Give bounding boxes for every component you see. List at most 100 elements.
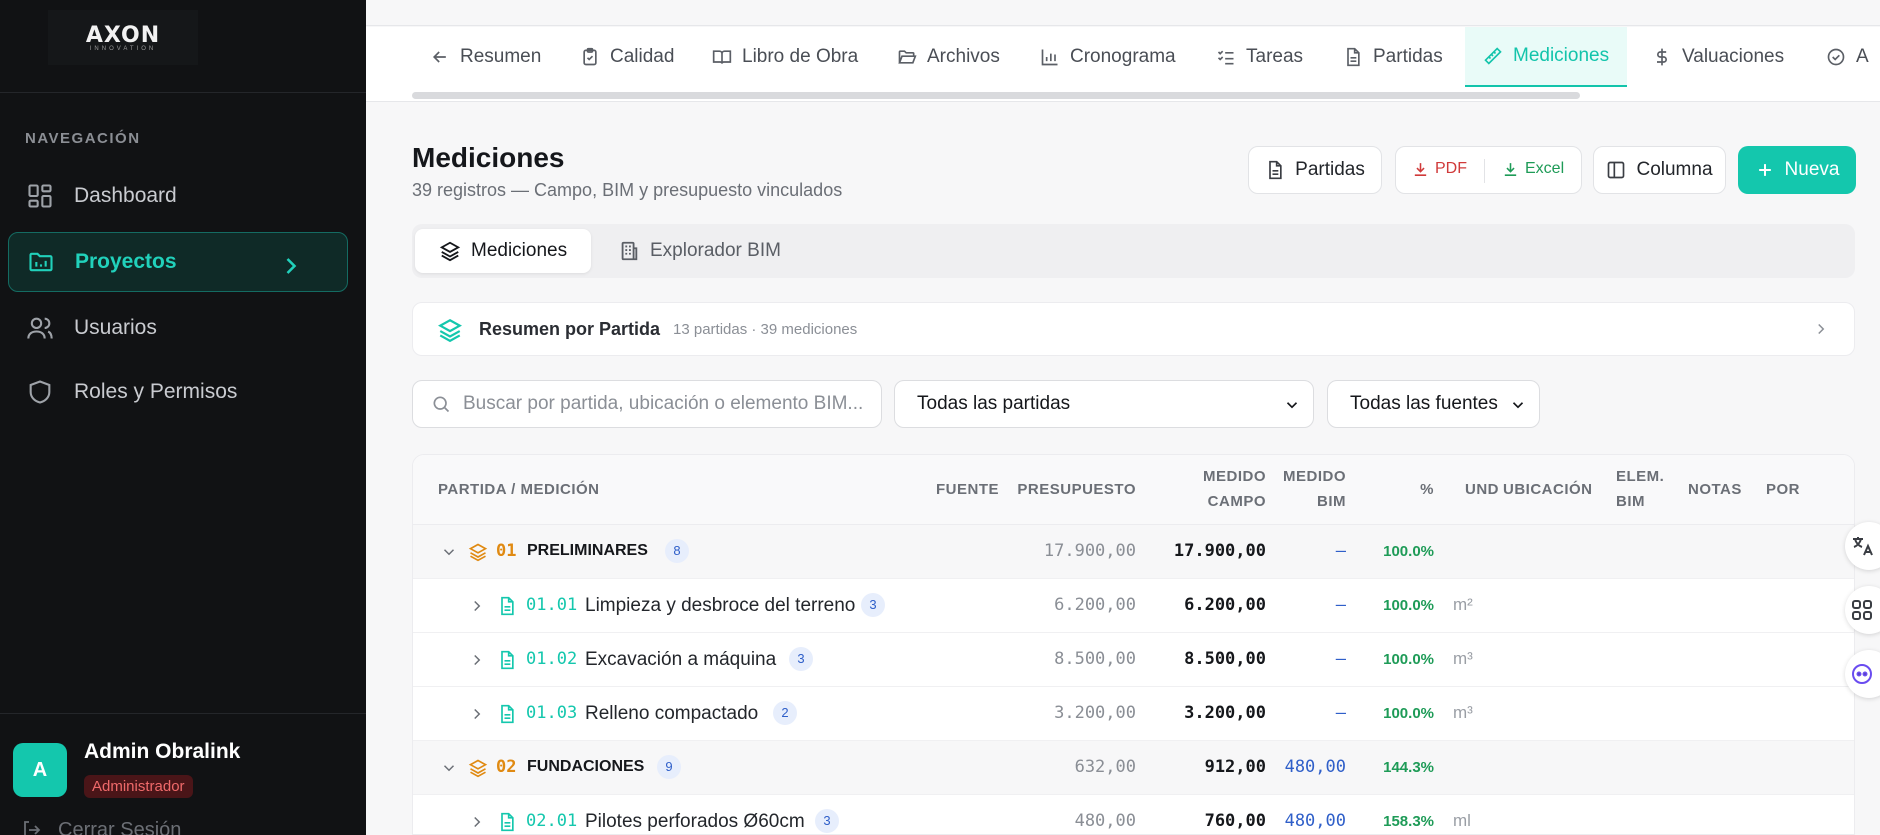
presupuesto-value: 6.200,00 — [1054, 595, 1136, 615]
sidebar-item-proyectos[interactable]: Proyectos — [8, 232, 348, 292]
file-icon — [501, 650, 514, 670]
col-por[interactable]: POR — [1766, 477, 1800, 502]
layers-icon — [439, 241, 461, 262]
plus-icon — [1758, 164, 1771, 176]
avatar[interactable]: A — [13, 743, 67, 797]
resumen-por-partida[interactable]: Resumen por Partida 13 partidas · 39 med… — [412, 302, 1855, 356]
col-und[interactable]: UND — [1465, 477, 1499, 502]
book-icon — [712, 50, 732, 64]
file-icon — [1269, 160, 1282, 180]
chevron-right-icon[interactable] — [468, 597, 486, 615]
col-elem-bim[interactable]: ELEM. BIM — [1616, 464, 1664, 514]
excel-button[interactable]: Excel — [1502, 160, 1564, 178]
sidebar-item-dashboard[interactable]: Dashboard — [8, 166, 348, 226]
dollar-icon — [1657, 48, 1667, 66]
tab-libro-de-obra[interactable]: Libro de Obra — [712, 27, 858, 87]
und-value: m² — [1453, 595, 1473, 614]
tab-mediciones[interactable]: Mediciones — [1465, 27, 1628, 87]
partidas-select[interactable]: Todas las partidas — [894, 380, 1314, 428]
partidas-button[interactable]: Partidas — [1248, 146, 1382, 194]
chevron-right-icon[interactable] — [468, 651, 486, 669]
resumen-meta: 13 partidas · 39 mediciones — [673, 321, 858, 338]
logo-subtext: INNOVATION — [89, 46, 157, 52]
sidebar-item-roles[interactable]: Roles y Permisos — [8, 362, 348, 422]
layers-icon — [468, 543, 488, 562]
group-count: 8 — [657, 539, 689, 563]
tab-partidas[interactable]: Partidas — [1343, 27, 1443, 87]
arrow-left-icon — [432, 51, 446, 63]
presupuesto-value: 480,00 — [1074, 811, 1136, 831]
export-divider — [1484, 159, 1485, 183]
view-tab-mediciones[interactable]: Mediciones — [415, 229, 592, 273]
table-row-group[interactable]: 01 PRELIMINARES 8 17.900,00 17.900,00 — … — [413, 525, 1854, 579]
col-fuente[interactable]: FUENTE — [936, 477, 999, 502]
tab-calidad[interactable]: Calidad — [580, 27, 674, 87]
sidebar: AXON INNOVATION NAVEGACIÓN Dashboard Pro… — [0, 0, 366, 835]
fuentes-select[interactable]: Todas las fuentes — [1327, 380, 1540, 428]
item-count: 2 — [765, 701, 797, 725]
col-partida[interactable]: PARTIDA / MEDICIÓN — [438, 477, 600, 502]
download-icon — [1504, 162, 1517, 176]
tab-archivos[interactable]: Archivos — [897, 27, 1000, 87]
item-code: 01.03 — [526, 703, 578, 723]
und-value: m³ — [1453, 703, 1473, 722]
tab-label: Partidas — [1373, 46, 1443, 67]
chevron-right-icon[interactable] — [468, 705, 486, 723]
group-code: 01 — [496, 541, 517, 561]
table-row[interactable]: 01.02 Excavación a máquina 3 8.500,00 8.… — [413, 633, 1854, 687]
bim-value: — — [1335, 649, 1346, 669]
checklist-icon — [1217, 50, 1234, 65]
sidebar-divider — [0, 713, 366, 714]
tab-label: Tareas — [1246, 46, 1304, 67]
file-icon — [501, 596, 514, 616]
chevron-down-icon — [1286, 402, 1298, 409]
tab-tareas[interactable]: Tareas — [1216, 27, 1303, 87]
columna-button[interactable]: Columna — [1593, 146, 1726, 194]
chevron-down-icon[interactable] — [440, 543, 458, 561]
bim-value: 480,00 — [1284, 811, 1346, 831]
tabs-scrollbar[interactable] — [412, 92, 1580, 99]
chevron-right-icon[interactable] — [468, 813, 486, 831]
col-medido-campo[interactable]: MEDIDO CAMPO — [1203, 464, 1266, 514]
count-badge: 3 — [789, 647, 813, 671]
logout-button[interactable]: Cerrar Sesión — [20, 818, 181, 835]
count-badge: 8 — [665, 539, 689, 563]
presupuesto-value: 8.500,00 — [1054, 649, 1136, 669]
item-name: Limpieza y desbroce del terreno — [585, 595, 856, 616]
campo-value: 6.200,00 — [1184, 595, 1266, 615]
sidebar-item-usuarios[interactable]: Usuarios — [8, 298, 348, 358]
table-row[interactable]: 02.01 Pilotes perforados Ø60cm 3 480,00 … — [413, 795, 1854, 834]
chevron-down-icon[interactable] — [440, 759, 458, 777]
col-medido-bim[interactable]: MEDIDO BIM — [1283, 464, 1346, 514]
tab-resumen[interactable]: Resumen — [430, 27, 541, 87]
dashboard-icon — [28, 184, 52, 208]
logo[interactable]: AXON INNOVATION — [48, 10, 198, 65]
search-icon — [433, 396, 450, 413]
col-presupuesto[interactable]: PRESUPUESTO — [1017, 477, 1136, 502]
tab-cronograma[interactable]: Cronograma — [1040, 27, 1176, 87]
und-value: ml — [1453, 811, 1471, 830]
group-code: 02 — [496, 757, 517, 777]
tab-next[interactable]: A — [1826, 27, 1869, 87]
users-icon — [27, 317, 53, 339]
table-row[interactable]: 01.01 Limpieza y desbroce del terreno 3 … — [413, 579, 1854, 633]
top-strip — [366, 0, 1880, 26]
pdf-button[interactable]: PDF — [1412, 160, 1467, 178]
col-ubicacion[interactable]: UBICACIÓN — [1503, 477, 1593, 502]
chevron-right-icon — [1818, 323, 1825, 335]
item-name: Pilotes perforados Ø60cm — [585, 811, 805, 832]
col-notas[interactable]: NOTAS — [1688, 477, 1742, 502]
search-input[interactable] — [463, 393, 881, 415]
table-header: PARTIDA / MEDICIÓN FUENTE PRESUPUESTO ME… — [413, 455, 1854, 525]
table-row-group[interactable]: 02 FUNDACIONES 9 632,00 912,00 480,00 14… — [413, 741, 1854, 795]
view-tab-explorador-bim[interactable]: Explorador BIM — [594, 229, 805, 273]
table-row[interactable]: 01.03 Relleno compactado 2 3.200,00 3.20… — [413, 687, 1854, 741]
col-pct[interactable]: % — [1420, 477, 1434, 502]
resumen-title: Resumen por Partida — [479, 319, 661, 339]
nueva-button[interactable]: Nueva — [1738, 146, 1856, 194]
apps-icon — [1852, 600, 1872, 620]
page-subtitle: 39 registros — Campo, BIM y presupuesto … — [412, 180, 843, 200]
tab-valuaciones[interactable]: Valuaciones — [1652, 27, 1784, 87]
fuentes-select-value: Todas las fuentes — [1350, 393, 1498, 414]
file-icon — [501, 812, 514, 832]
